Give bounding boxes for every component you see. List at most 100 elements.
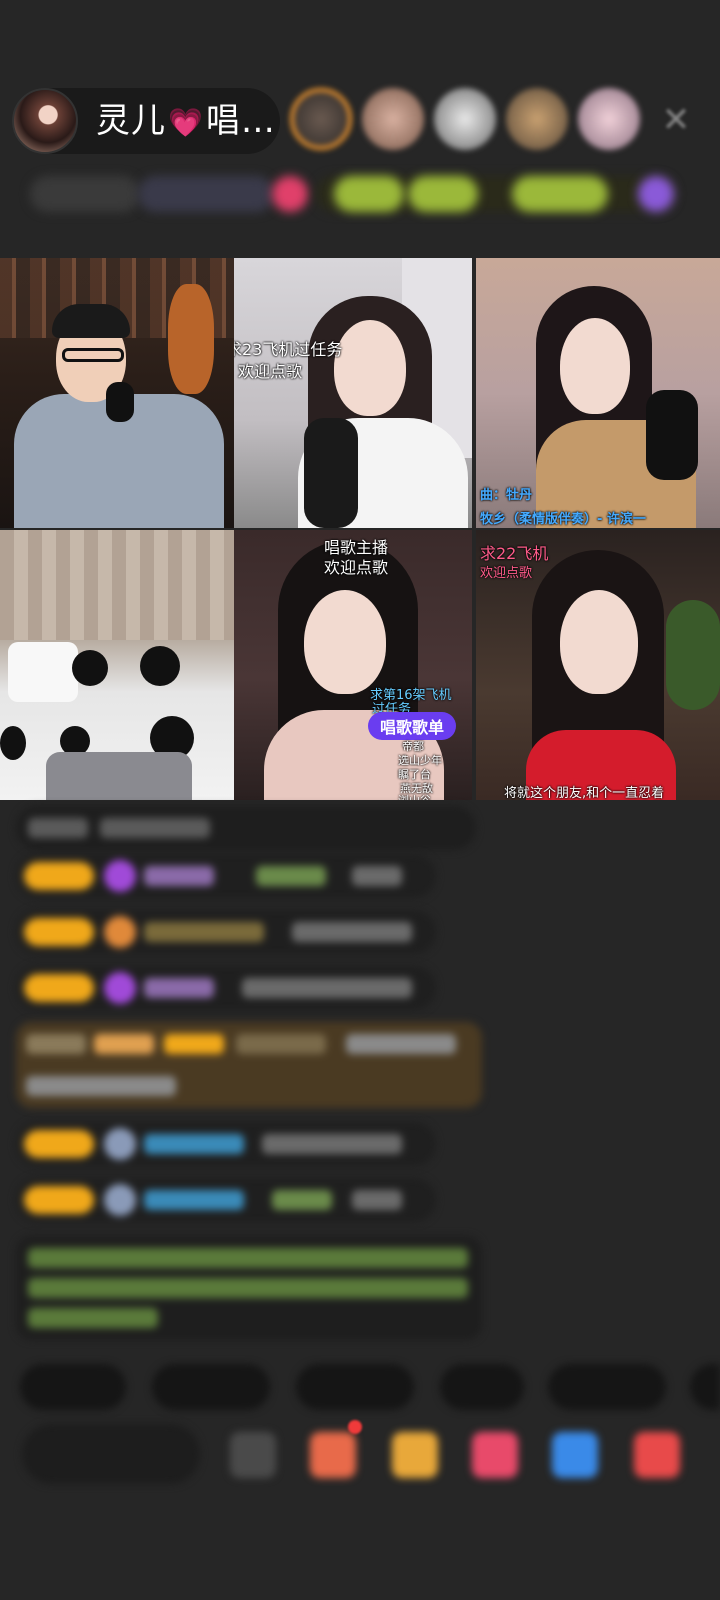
chat-message[interactable] xyxy=(16,966,436,1010)
notice-text xyxy=(28,1248,468,1268)
gift-icon xyxy=(94,1034,154,1054)
viewer-avatar[interactable] xyxy=(578,88,640,150)
heart-icon: 💗 xyxy=(168,106,204,139)
info-chip[interactable] xyxy=(512,176,608,212)
user-avatar xyxy=(104,1184,136,1216)
quick-chip[interactable] xyxy=(152,1364,270,1410)
notification-dot xyxy=(348,1420,362,1434)
chat-message[interactable] xyxy=(16,854,436,898)
notice-text xyxy=(28,1308,158,1328)
chat-input[interactable] xyxy=(22,1424,200,1484)
tile-caption: 求22飞机 xyxy=(480,544,549,563)
streamer-face xyxy=(560,318,630,414)
info-chip[interactable] xyxy=(638,176,674,212)
message-text xyxy=(292,922,412,942)
level-badge xyxy=(24,918,94,946)
viewer-avatar[interactable] xyxy=(362,88,424,150)
tile-caption: 欢迎点歌 xyxy=(324,558,389,577)
message-text xyxy=(28,818,88,838)
info-chip[interactable] xyxy=(334,176,404,212)
game-icon[interactable] xyxy=(552,1432,598,1478)
song-list-badge[interactable]: 唱歌歌单 xyxy=(368,712,457,740)
info-chip[interactable] xyxy=(138,176,274,212)
user-avatar xyxy=(104,916,136,948)
username xyxy=(144,978,214,998)
quick-chip[interactable] xyxy=(296,1364,414,1410)
tile-caption: 欢迎点歌 xyxy=(238,362,303,381)
host-info-pill[interactable]: 灵儿💗唱… xyxy=(12,88,280,154)
message-text xyxy=(262,1134,402,1154)
video-tile-1[interactable] xyxy=(0,258,238,528)
username xyxy=(144,922,264,942)
username xyxy=(26,1034,86,1054)
notice-text xyxy=(28,1278,468,1298)
level-badge xyxy=(24,974,94,1002)
gift-message[interactable] xyxy=(16,1022,482,1108)
system-notice xyxy=(16,1236,482,1340)
viewer-avatar[interactable] xyxy=(434,88,496,150)
chat-message[interactable] xyxy=(16,910,436,954)
username xyxy=(144,866,214,886)
microphone xyxy=(646,390,698,480)
username xyxy=(144,1190,244,1210)
tile-caption: 曲：牡丹 xyxy=(480,488,533,503)
flower-pattern xyxy=(140,646,180,686)
info-chip[interactable] xyxy=(408,176,478,212)
message-text xyxy=(272,1190,332,1210)
message-text xyxy=(242,978,412,998)
host-avatar[interactable] xyxy=(12,88,78,154)
message-text xyxy=(26,1076,176,1096)
info-bar xyxy=(16,168,688,220)
level-badge xyxy=(24,862,94,890)
message-text xyxy=(236,1034,326,1054)
lucky-icon[interactable] xyxy=(472,1432,518,1478)
viewer-avatar[interactable] xyxy=(290,88,352,150)
message-text xyxy=(256,866,326,886)
video-tile-6[interactable]: 求22飞机 欢迎点歌 将就这个朋友,和个一直忍着 xyxy=(476,530,720,800)
chat-message[interactable] xyxy=(16,1178,436,1222)
viewer-avatar[interactable] xyxy=(506,88,568,150)
flower-pattern xyxy=(0,726,26,760)
gift-box-icon[interactable] xyxy=(310,1432,356,1478)
streamer-face xyxy=(334,320,406,416)
info-chip[interactable] xyxy=(30,176,140,212)
message-text xyxy=(346,1034,456,1054)
curtain xyxy=(0,530,238,640)
more-icon[interactable] xyxy=(230,1432,276,1478)
quick-chip[interactable] xyxy=(440,1364,524,1410)
user-avatar xyxy=(104,972,136,1004)
tile-caption: 将就这个朋友,和个一直忍着 xyxy=(504,786,665,800)
tile-caption: 求23飞机过任务 xyxy=(234,340,343,359)
streamer-hair xyxy=(52,304,130,338)
close-icon[interactable]: ✕ xyxy=(654,98,698,142)
video-grid: 求23飞机过任务 欢迎点歌 曲：牡丹 牧乡（柔情版伴奏）- 许滨一 唱歌主播 欢… xyxy=(0,258,720,800)
quick-chip[interactable] xyxy=(690,1364,720,1410)
tile-caption: 欢迎点歌 xyxy=(480,566,533,581)
level-badge xyxy=(24,1186,94,1214)
message-text xyxy=(352,1190,402,1210)
streamer-face xyxy=(304,590,386,694)
message-text xyxy=(100,818,210,838)
video-tile-4[interactable] xyxy=(0,530,238,800)
chair xyxy=(46,752,192,800)
song-item: 浏山谷 xyxy=(398,792,431,800)
flower-pattern xyxy=(72,650,108,686)
microphone xyxy=(304,418,358,528)
guitar xyxy=(168,284,214,394)
level-badge xyxy=(164,1034,224,1054)
pillow xyxy=(8,642,78,702)
chat-message xyxy=(16,806,476,850)
chat-message[interactable] xyxy=(16,1122,436,1166)
video-tile-3[interactable]: 曲：牡丹 牧乡（柔情版伴奏）- 许滨一 xyxy=(476,258,720,528)
video-tile-5[interactable]: 唱歌主播 欢迎点歌 求第16架飞机 过任务 唱歌歌单 帝都 选山少年 瞩了台 燕… xyxy=(234,530,472,800)
shop-icon[interactable] xyxy=(634,1432,680,1478)
quick-chip[interactable] xyxy=(20,1364,126,1410)
tile-caption: 牧乡（柔情版伴奏）- 许滨一 xyxy=(480,512,646,527)
microphone xyxy=(106,382,134,422)
info-chip[interactable] xyxy=(272,176,308,212)
level-badge xyxy=(24,1130,94,1158)
user-avatar xyxy=(104,1128,136,1160)
quick-chip[interactable] xyxy=(548,1364,666,1410)
treasure-icon[interactable] xyxy=(392,1432,438,1478)
video-tile-2[interactable]: 求23飞机过任务 欢迎点歌 xyxy=(234,258,472,528)
